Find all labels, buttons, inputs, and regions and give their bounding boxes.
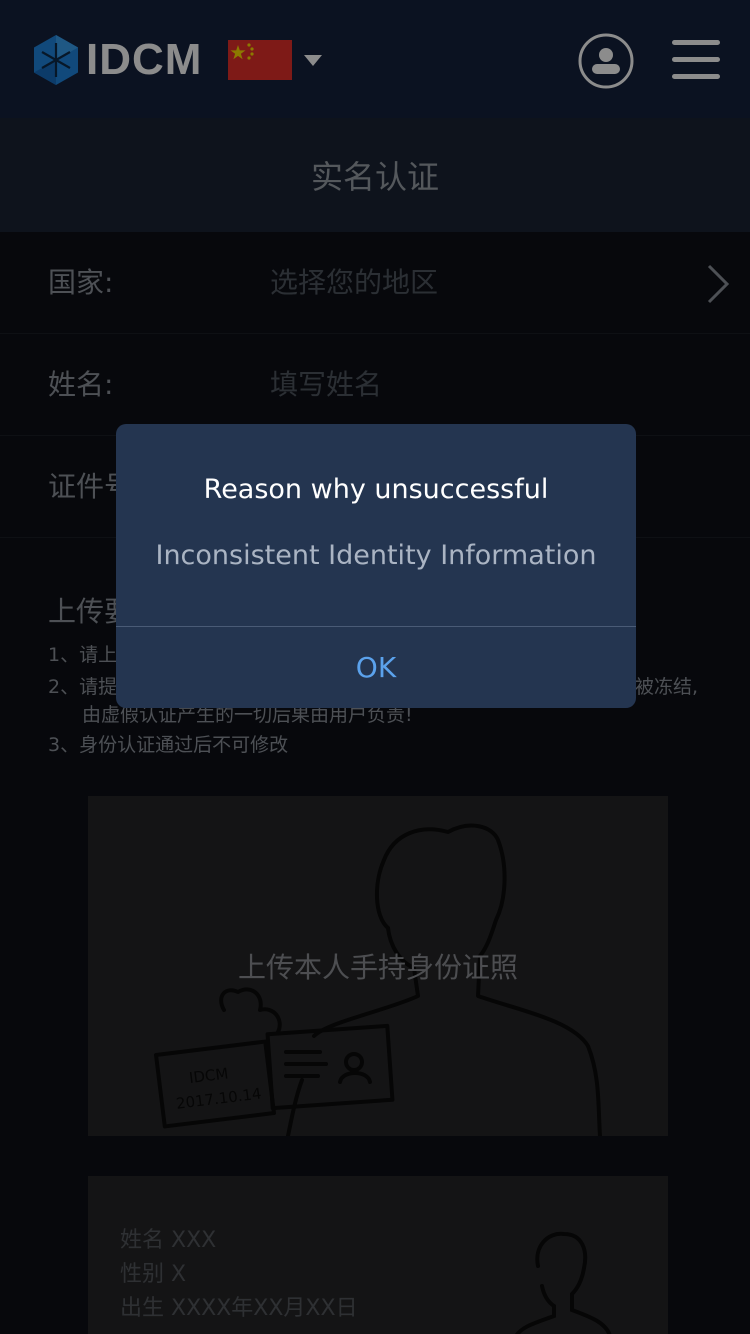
ok-button[interactable]: OK [116, 627, 636, 708]
error-dialog: Reason why unsuccessful Inconsistent Ide… [116, 424, 636, 708]
dialog-title: Reason why unsuccessful [203, 474, 549, 505]
dialog-message: Inconsistent Identity Information [155, 540, 597, 571]
